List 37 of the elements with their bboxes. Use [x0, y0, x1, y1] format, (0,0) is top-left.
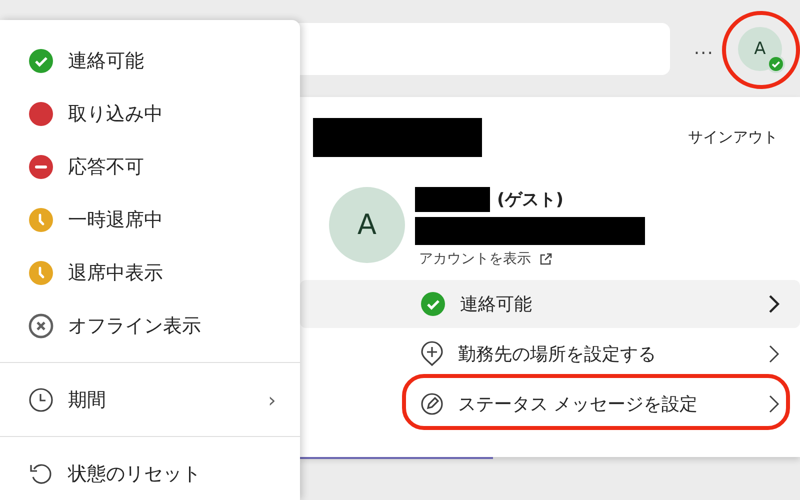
location-pin-icon: [420, 341, 444, 367]
status-label: オフライン表示: [68, 314, 202, 339]
available-icon: [420, 291, 446, 317]
status-label: 一時退席中: [68, 208, 164, 234]
status-item[interactable]: 連絡可能: [0, 35, 300, 88]
status-item[interactable]: 取り込み中: [0, 88, 300, 141]
account-link[interactable]: アカウントを表示: [419, 250, 645, 268]
status-label: 取り込み中: [68, 102, 164, 128]
status-item[interactable]: 退席中表示: [0, 246, 300, 300]
duration-item[interactable]: 期間 ›: [0, 373, 300, 426]
chevron-icon: [768, 344, 780, 364]
menu-row[interactable]: 勤務先の場所を設定する: [300, 330, 800, 378]
duration-label: 期間: [68, 388, 107, 413]
chevron-icon: [768, 294, 780, 314]
row-label: ステータス メッセージを設定: [458, 393, 699, 416]
avatar: A: [329, 186, 405, 262]
clock-icon: [28, 386, 54, 413]
status-label: 応答不可: [68, 155, 145, 180]
chevron-text: ›: [268, 388, 276, 412]
guest-label: (ゲスト): [497, 189, 564, 211]
status-item[interactable]: 応答不可: [0, 140, 300, 194]
reset-item[interactable]: 状態のリセット: [0, 447, 300, 500]
pencil-icon: [420, 392, 444, 416]
reset-label: 状態のリセット: [68, 462, 202, 487]
external-link-icon: [539, 252, 552, 266]
row-label: 勤務先の場所を設定する: [458, 343, 657, 366]
status-label: 連絡可能: [68, 49, 145, 74]
status-item[interactable]: 一時退席中: [0, 194, 300, 246]
sign-out-link[interactable]: サインアウト: [688, 128, 778, 147]
row-label: 連絡可能: [460, 293, 533, 316]
status-item[interactable]: オフライン表示: [0, 299, 300, 352]
more-options-button[interactable]: ...: [694, 38, 714, 59]
menu-row[interactable]: ステータス メッセージを設定: [300, 380, 800, 428]
menu-row[interactable]: 連絡可能: [300, 280, 800, 328]
status-label: 退席中表示: [68, 260, 164, 286]
avatar-button[interactable]: A: [738, 26, 782, 70]
chevron-icon: [768, 394, 780, 414]
